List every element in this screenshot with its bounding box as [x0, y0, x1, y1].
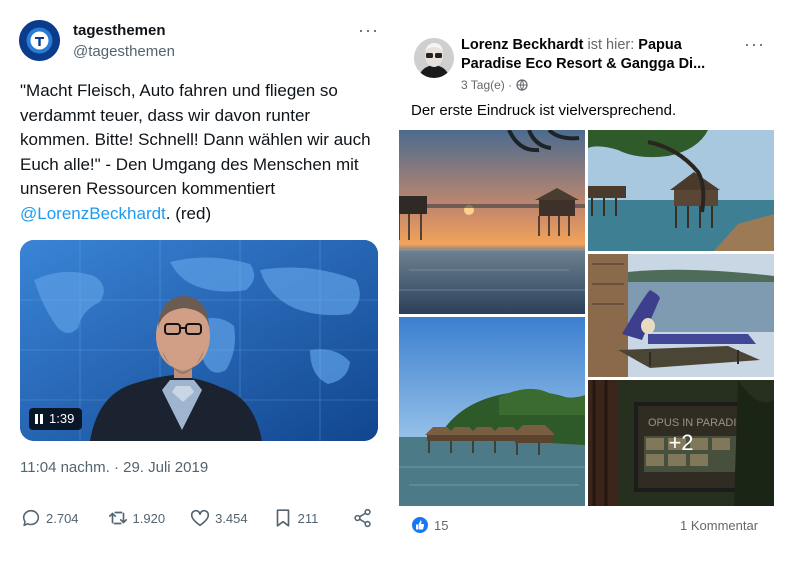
- author-name[interactable]: Lorenz Beckhardt: [461, 37, 583, 53]
- video-time-label: 1:39: [49, 411, 75, 426]
- like-count: 3.454: [215, 510, 248, 526]
- tweet-text-tail: . (red): [165, 203, 212, 223]
- share-icon: [354, 508, 372, 528]
- post-time[interactable]: 3 Tag(e) ·: [461, 78, 512, 92]
- more-options-icon[interactable]: ···: [358, 20, 379, 41]
- photo-bungalow[interactable]: [588, 130, 774, 251]
- tweet-handle[interactable]: @tagesthemen: [73, 43, 175, 60]
- tweet-text: "Macht Fleisch, Auto fahren und fliegen …: [20, 79, 380, 226]
- bookmark-button[interactable]: 211: [272, 507, 319, 529]
- reply-count: 2.704: [46, 510, 79, 526]
- retweet-count: 1.920: [132, 510, 166, 526]
- video-player[interactable]: 1:39: [20, 240, 378, 441]
- facebook-post-card: Lorenz Beckhardt ist hier: Papua Paradis…: [392, 0, 800, 566]
- tweet-action-bar: 2.704 1.920 3.454 211: [20, 507, 376, 529]
- thumbs-up-icon: [412, 517, 428, 533]
- photo-stilt-huts[interactable]: [399, 317, 585, 506]
- reactions-summary[interactable]: 15: [412, 517, 448, 533]
- post-text: Der erste Eindruck ist vielversprechend.: [411, 102, 677, 119]
- author-avatar[interactable]: [414, 38, 454, 78]
- bookmark-icon: [276, 509, 289, 527]
- photo-sign-more[interactable]: OPUS IN PARADISE +2: [588, 380, 774, 506]
- post-meta: 3 Tag(e) ·: [461, 78, 528, 92]
- tweet-card: tagesthemen @tagesthemen ··· "Macht Flei…: [0, 0, 392, 566]
- tweet-timestamp[interactable]: 11:04 nachm. · 29. Juli 2019: [20, 459, 208, 476]
- tweet-display-name[interactable]: tagesthemen: [73, 22, 166, 39]
- post-more-icon[interactable]: ···: [744, 34, 765, 55]
- pause-icon[interactable]: [35, 414, 43, 424]
- mention-link[interactable]: @LorenzBeckhardt: [20, 204, 166, 223]
- retweet-button[interactable]: 1.920: [107, 507, 166, 529]
- globe-icon: [516, 79, 528, 91]
- photo-sunset[interactable]: [399, 130, 585, 314]
- retweet-icon: [108, 511, 127, 525]
- bookmark-count: 211: [297, 510, 319, 526]
- post-header: Lorenz Beckhardt ist hier: Papua Paradis…: [461, 36, 731, 74]
- tagesthemen-avatar[interactable]: [19, 20, 60, 61]
- like-button[interactable]: 3.454: [189, 507, 248, 529]
- tweet-text-main: "Macht Fleisch, Auto fahren und fliegen …: [20, 81, 371, 198]
- more-photos-overlay[interactable]: +2: [588, 380, 774, 506]
- heart-icon: [191, 509, 210, 527]
- reply-icon: [22, 509, 40, 527]
- video-timestamp[interactable]: 1:39: [29, 408, 83, 430]
- comments-link[interactable]: 1 Kommentar: [680, 518, 758, 533]
- checkin-text: ist hier:: [587, 37, 635, 53]
- reply-button[interactable]: 2.704: [20, 507, 79, 529]
- reaction-count: 15: [434, 517, 449, 533]
- photo-lounge-chair[interactable]: [588, 254, 774, 377]
- share-button[interactable]: [352, 507, 374, 529]
